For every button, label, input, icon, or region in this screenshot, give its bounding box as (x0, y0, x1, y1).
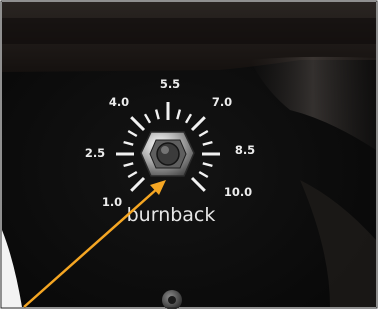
photo-scene: 1.0 2.5 4.0 5.5 7.0 8.5 10.0 burnback (0, 0, 378, 309)
dial-name-label: burnback (127, 204, 216, 226)
knob-shaft (156, 142, 180, 166)
screw-slot (168, 296, 176, 304)
knob-shaft-highlight (161, 146, 169, 154)
upper-bar-shadow (2, 18, 376, 44)
dial-scale-label-5-5: 5.5 (160, 77, 180, 91)
dial-scale-label-10-0: 10.0 (224, 185, 252, 199)
photo-canvas: 1.0 2.5 4.0 5.5 7.0 8.5 10.0 burnback (0, 0, 378, 309)
dial-scale-label-4-0: 4.0 (109, 95, 129, 109)
knob-nut[interactable] (140, 131, 195, 177)
dial-scale-label-1-0: 1.0 (102, 195, 122, 209)
dial-scale-label-8-5: 8.5 (235, 143, 255, 157)
dial-scale-label-2-5: 2.5 (85, 146, 105, 160)
dial-scale-label-7-0: 7.0 (212, 95, 232, 109)
